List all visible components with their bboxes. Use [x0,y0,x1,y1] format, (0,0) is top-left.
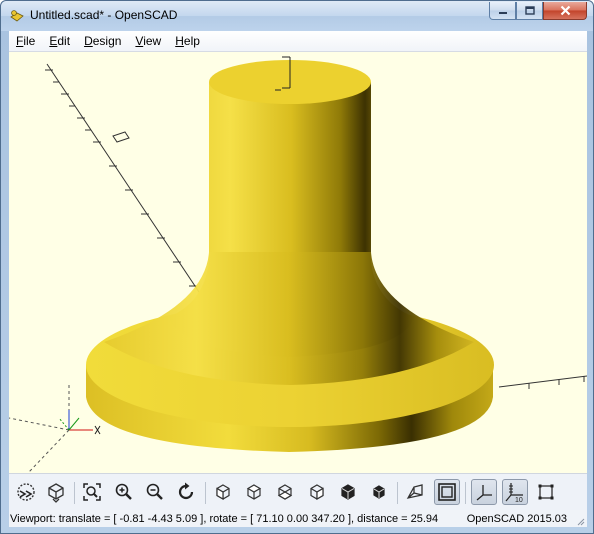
show-edges-button[interactable] [533,479,559,505]
axes-gizmo [58,410,101,435]
3d-viewport[interactable] [9,52,587,473]
toolbar-separator [465,482,466,504]
view-top-icon [246,484,262,500]
close-button[interactable] [543,2,587,20]
zoom-in-button[interactable] [111,479,137,505]
viewport-status-text: Viewport: translate = [ -0.81 -4.43 5.09… [10,512,439,525]
view-bottom-icon [277,484,293,500]
view-all-button[interactable] [79,479,105,505]
status-bar: Viewport: translate = [ -0.81 -4.43 5.09… [9,510,587,527]
scale-markers-icon: 10 [505,483,523,503]
minimize-icon [498,11,507,14]
close-icon [560,5,570,16]
menu-file[interactable]: File [9,34,42,48]
orthogonal-icon [438,483,456,501]
axes-icon [476,485,492,501]
minimize-button[interactable] [489,2,516,20]
perspective-button[interactable] [402,479,428,505]
menu-view[interactable]: View [128,34,168,48]
window-controls [489,2,587,20]
resize-grip-icon[interactable] [575,516,585,526]
scale-marker-label: 10 [515,497,523,503]
view-bottom-button[interactable] [272,479,298,505]
menu-bar: File Edit Design View Help [9,31,587,52]
render-icon [48,483,64,503]
toolbar-separator [74,482,75,504]
show-scale-markers-button[interactable]: 10 [502,479,528,505]
preview-icon [17,483,35,501]
openscad-logo-icon [10,10,24,22]
menu-design[interactable]: Design [77,34,128,48]
preview-button[interactable] [13,479,39,505]
view-left-button[interactable] [304,479,330,505]
menu-edit[interactable]: Edit [42,34,77,48]
zoom-out-button[interactable] [142,479,168,505]
view-right-icon [216,484,230,501]
version-label: OpenSCAD 2015.03 [466,512,567,525]
view-back-button[interactable] [366,479,392,505]
neck-flare-front [104,252,474,385]
view-back-icon [373,485,385,499]
zoom-out-icon [146,483,163,500]
axis-negative-lines [9,382,70,473]
view-left-icon [310,484,324,501]
edges-icon [538,484,554,500]
app-window: Untitled.scad* - OpenSCAD File Edit Desi… [0,0,594,534]
show-axes-button[interactable] [471,479,497,505]
view-front-button[interactable] [335,479,361,505]
toolbar-separator [205,482,206,504]
zoom-all-icon [83,483,101,501]
viewport-canvas[interactable] [9,52,587,473]
maximize-button[interactable] [516,2,543,20]
maximize-icon [524,5,535,15]
view-top-button[interactable] [241,479,267,505]
orthogonal-button[interactable] [434,479,460,505]
view-front-icon [341,484,355,500]
reset-view-button[interactable] [173,479,199,505]
view-right-button[interactable] [210,479,236,505]
perspective-icon [406,484,423,499]
window-title: Untitled.scad* - OpenSCAD [30,8,178,22]
toolbar-separator [397,482,398,504]
render-button[interactable] [43,479,69,505]
view-toolbar: 10 [9,473,587,510]
menu-help[interactable]: Help [168,34,207,48]
zoom-in-icon [115,483,132,500]
title-bar[interactable]: Untitled.scad* - OpenSCAD [1,1,593,31]
reset-view-icon [178,482,194,500]
